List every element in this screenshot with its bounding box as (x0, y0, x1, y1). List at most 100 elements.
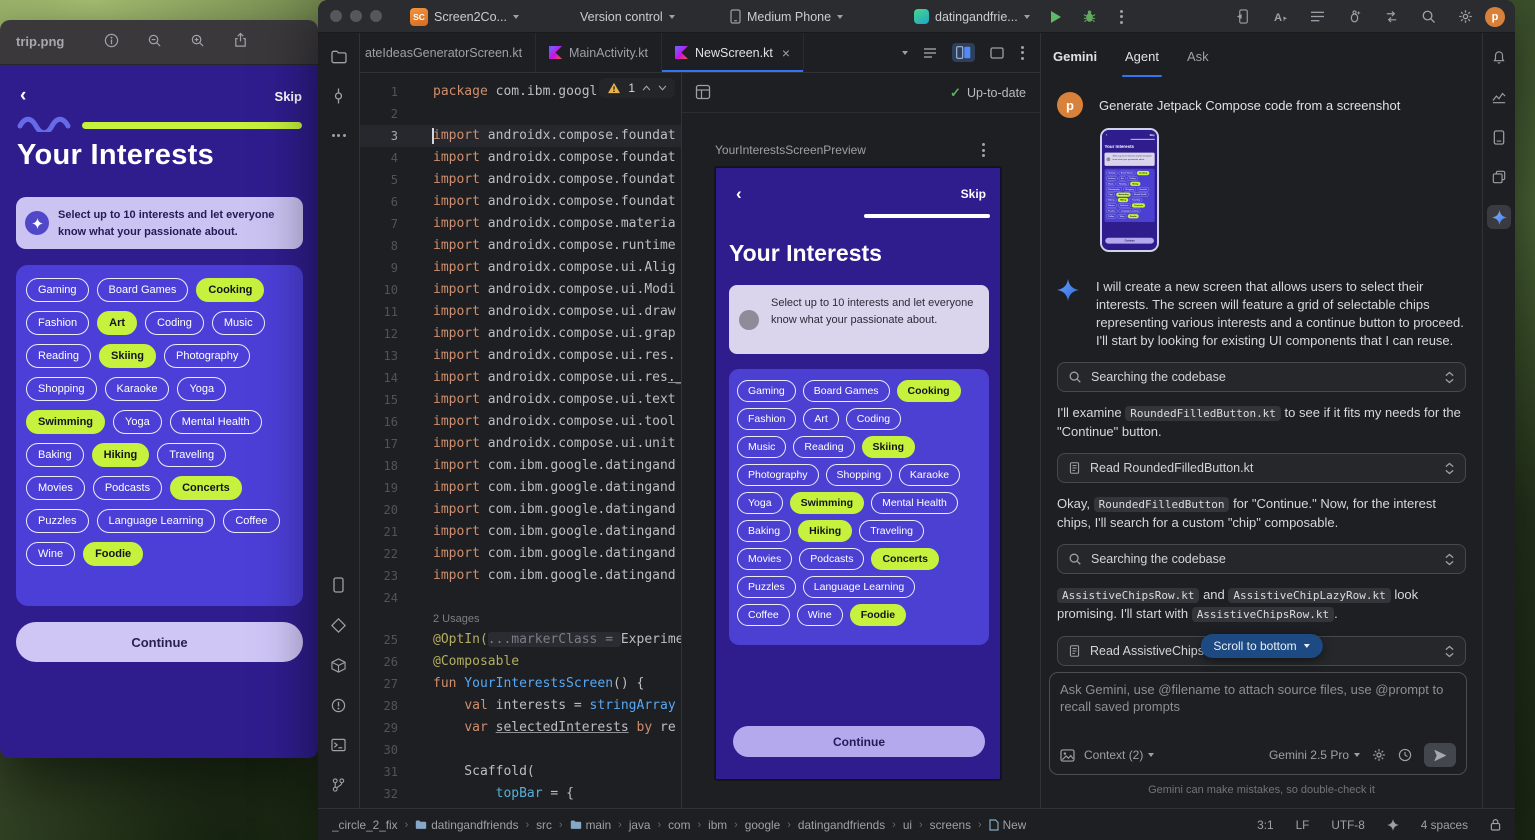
vcs-widget[interactable]: Version control (580, 0, 675, 33)
interest-chip[interactable]: Mental Health (871, 492, 958, 514)
breadcrumb-item[interactable]: New (989, 818, 1027, 832)
interest-chip[interactable]: Shopping (26, 377, 97, 401)
settings-gear-icon[interactable] (1458, 9, 1473, 24)
expand-collapse-icon[interactable] (1444, 645, 1455, 658)
interest-chip[interactable]: Puzzles (26, 509, 89, 533)
tool-call-search-codebase[interactable]: Searching the codebase (1057, 362, 1466, 392)
editor-tab-active[interactable]: NewScreen.kt× (662, 33, 804, 72)
interest-chip[interactable]: Swimming (26, 410, 105, 434)
interest-chip[interactable]: Yoga (737, 492, 783, 514)
code-view-icon[interactable] (923, 47, 937, 59)
breadcrumb-item[interactable]: _circle_2_fix (332, 818, 398, 832)
code-line[interactable]: 27fun YourInterestsScreen() { (360, 673, 681, 695)
context-selector[interactable]: Context (2) (1084, 748, 1154, 762)
code-line[interactable]: 12import androidx.compose.ui.grap (360, 323, 681, 345)
user-avatar[interactable]: p (1485, 7, 1505, 27)
code-line[interactable]: 11import androidx.compose.ui.draw (360, 301, 681, 323)
compose-preview-phone[interactable]: ‹ Skip Your Interests Select up to 10 in… (715, 167, 1001, 780)
interest-chip[interactable]: Baking (737, 520, 791, 542)
interest-chip[interactable]: Swimming (790, 492, 865, 514)
editor-tab[interactable]: ateIdeasGeneratorScreen.kt (360, 33, 536, 72)
code-line[interactable]: 9import androidx.compose.ui.Alig (360, 257, 681, 279)
file-encoding[interactable]: UTF-8 (1331, 818, 1364, 832)
code-line[interactable]: 2 (360, 103, 681, 125)
code-line[interactable]: 25@OptIn(...markerClass = Experiment (360, 629, 681, 651)
code-line[interactable]: 29 var selectedInterests by re (360, 717, 681, 739)
interest-chip[interactable]: Podcasts (93, 476, 162, 500)
continue-button[interactable]: Continue (733, 726, 985, 757)
problems-tool-icon[interactable] (327, 693, 351, 717)
code-line[interactable]: 7import androidx.compose.materia (360, 213, 681, 235)
search-icon[interactable] (1421, 9, 1436, 24)
expand-collapse-icon[interactable] (1444, 371, 1455, 384)
code-line[interactable]: 5import androidx.compose.foundat (360, 169, 681, 191)
code-line[interactable]: 20import com.ibm.google.datingand (360, 499, 681, 521)
interest-chip[interactable]: Coffee (737, 604, 790, 626)
interest-chip[interactable]: Language Learning (803, 576, 916, 598)
code-line[interactable]: 17import androidx.compose.ui.unit (360, 433, 681, 455)
attached-screenshot-thumbnail[interactable]: ‹ Skip Your Interests Select up to 10 in… (1100, 128, 1159, 252)
interest-chip[interactable]: Yoga (177, 377, 226, 401)
code-line[interactable]: 32 topBar = { (360, 783, 681, 805)
code-line[interactable]: 28 val interests = stringArray (360, 695, 681, 717)
ai-actions-icon[interactable]: A (1273, 10, 1288, 24)
back-icon[interactable]: ‹ (736, 184, 742, 204)
close-window-icon[interactable] (330, 10, 342, 22)
trip-image-window[interactable]: trip.png ‹ Skip Your Interests Select up… (0, 20, 318, 758)
interest-chip[interactable]: Music (737, 436, 786, 458)
interest-chip[interactable]: Gaming (737, 380, 796, 402)
gemini-settings-icon[interactable] (1372, 748, 1386, 762)
interest-chip[interactable]: Traveling (157, 443, 226, 467)
expand-collapse-icon[interactable] (1444, 462, 1455, 475)
code-line[interactable]: 16import androidx.compose.ui.tool (360, 411, 681, 433)
interest-chip[interactable]: Shopping (826, 464, 892, 486)
code-line[interactable]: 8import androidx.compose.runtime (360, 235, 681, 257)
interest-chip[interactable]: Art (97, 311, 137, 335)
layers-icon[interactable] (1487, 165, 1511, 189)
interest-chip[interactable]: Hiking (798, 520, 852, 542)
interest-chip[interactable]: Concerts (871, 548, 939, 570)
share-icon[interactable] (233, 32, 248, 48)
usages-inlay-hint[interactable]: 2 Usages (360, 609, 681, 629)
gemini-chat[interactable]: p Generate Jetpack Compose code from a s… (1041, 78, 1482, 672)
preview-name[interactable]: YourInterestsScreenPreview (715, 143, 866, 157)
interest-chip[interactable]: Foodie (83, 542, 143, 566)
zoom-in-icon[interactable] (190, 33, 205, 48)
caret-position[interactable]: 3:1 (1257, 818, 1273, 832)
tab-list-chevron-icon[interactable] (902, 51, 908, 55)
interest-chip[interactable]: Skiing (99, 344, 156, 368)
breadcrumb-item[interactable]: java (629, 818, 651, 832)
split-view-icon[interactable] (952, 43, 975, 62)
interest-chip[interactable]: Reading (793, 436, 854, 458)
sync-branches-icon[interactable] (1384, 10, 1399, 24)
attach-image-icon[interactable] (1060, 749, 1075, 762)
interest-chip[interactable]: Photography (164, 344, 250, 368)
interest-chip[interactable]: Wine (797, 604, 843, 626)
device-explorer-icon[interactable] (1487, 125, 1511, 149)
version-control-tool-icon[interactable] (327, 773, 351, 797)
project-tool-icon[interactable] (327, 45, 351, 69)
run-more-options[interactable] (1118, 0, 1125, 33)
interest-chip[interactable]: Movies (737, 548, 792, 570)
next-issue-icon[interactable] (658, 85, 667, 91)
interest-chip[interactable]: Movies (26, 476, 85, 500)
code-line[interactable]: 19import com.ibm.google.datingand (360, 477, 681, 499)
editor-more-options-icon[interactable] (1019, 44, 1026, 62)
preview-layout-icon[interactable] (695, 84, 711, 100)
interest-chip[interactable]: Wine (26, 542, 75, 566)
interest-chip[interactable]: Art (803, 408, 838, 430)
interest-chip[interactable]: Cooking (196, 278, 264, 302)
code-line[interactable]: 31 Scaffold( (360, 761, 681, 783)
tool-call-read-file[interactable]: Read RoundedFilledButton.kt (1057, 453, 1466, 483)
interest-chip[interactable]: Foodie (850, 604, 906, 626)
compose-preview-phone[interactable]: ‹ Skip Your Interests Select up to 10 in… (1102, 130, 1157, 248)
history-icon[interactable] (1398, 748, 1412, 762)
tab-ask[interactable]: Ask (1187, 49, 1209, 64)
gemini-input-box[interactable]: Context (2) Gemini 2.5 Pro (1049, 672, 1467, 775)
gemini-sidebar-icon[interactable] (1487, 205, 1511, 229)
interest-chip[interactable]: Board Games (97, 278, 189, 302)
window-controls[interactable] (330, 10, 382, 22)
send-button[interactable] (1424, 743, 1456, 767)
design-view-icon[interactable] (990, 47, 1004, 59)
code-line[interactable]: 23import com.ibm.google.datingand (360, 565, 681, 587)
